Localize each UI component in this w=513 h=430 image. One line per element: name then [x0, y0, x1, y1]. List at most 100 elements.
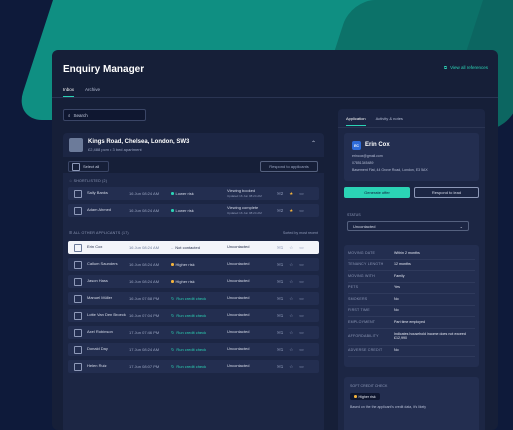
risk-cell[interactable]: ↻ Run credit check: [171, 296, 227, 301]
list-toolbar: Select all Respond to applicants: [63, 157, 324, 173]
star-outline-icon[interactable]: ☆: [289, 313, 293, 319]
message-count[interactable]: ✉1: [277, 330, 283, 336]
message-count[interactable]: ✉2: [277, 208, 283, 214]
message-count[interactable]: ✉1: [277, 262, 283, 268]
credit-risk-label: Higher risk: [358, 394, 376, 399]
star-filled-icon[interactable]: ★: [289, 191, 293, 197]
tab-archive[interactable]: Archive: [85, 87, 100, 97]
select-all-checkbox[interactable]: [72, 162, 80, 171]
applicant-phone[interactable]: 07851345489: [352, 161, 373, 165]
archive-icon[interactable]: ▭: [299, 191, 303, 197]
risk-dot-icon: [171, 280, 174, 283]
date-cell: 16 Jun 07:58 PM: [129, 296, 160, 301]
view-references-link[interactable]: ⧉ View all references: [444, 65, 488, 70]
row-actions: ✉2 ★ ▭: [277, 191, 304, 197]
dash-icon: –: [171, 245, 174, 250]
table-row[interactable]: Jason Hass 16 Jun 08:24 AM Higher risk Unco…: [68, 275, 319, 288]
message-count[interactable]: ✉2: [277, 191, 283, 197]
message-count[interactable]: ✉1: [277, 279, 283, 285]
risk-cell: Lower risk: [171, 191, 227, 196]
row-actions: ✉2 ★ ▭: [277, 208, 304, 214]
chevron-down-icon: ⌄: [459, 223, 463, 229]
archive-icon[interactable]: ▭: [299, 347, 303, 353]
star-outline-icon[interactable]: ☆: [289, 347, 293, 353]
status-text: Uncontacted: [227, 363, 250, 369]
respond-to-lead-button[interactable]: Respond to lead: [414, 187, 479, 198]
detail-key: SMOKERS: [348, 296, 368, 301]
archive-icon[interactable]: ▭: [299, 279, 303, 285]
message-count[interactable]: ✉1: [277, 364, 283, 370]
star-outline-icon[interactable]: ☆: [289, 330, 293, 336]
row-checkbox[interactable]: [74, 294, 82, 303]
applicant-email[interactable]: erincox@gmail.com: [352, 154, 383, 158]
search-input[interactable]: ⌕ Search: [63, 109, 146, 121]
star-outline-icon[interactable]: ☆: [289, 245, 293, 251]
row-checkbox[interactable]: [74, 311, 82, 320]
tab-inbox[interactable]: Inbox: [63, 87, 75, 97]
archive-icon[interactable]: ▭: [299, 296, 303, 302]
table-row[interactable]: Adam Ahmed 16 Jun 08:24 AM Lower risk Viewi…: [68, 204, 319, 217]
archive-icon[interactable]: ▭: [299, 330, 303, 336]
status-cell: Uncontacted: [227, 279, 277, 284]
message-count-value: 1: [280, 244, 284, 250]
property-header[interactable]: Kings Road, Chelsea, London, SW3 £2,488 …: [63, 133, 324, 157]
star-filled-icon[interactable]: ★: [289, 208, 293, 214]
detail-key: EMPLOYMENT: [348, 319, 376, 324]
status-cell: Uncontacted: [227, 330, 277, 335]
section-all-other-label: ALL OTHER APPLICANTS (17): [73, 231, 129, 235]
row-actions: ✉1 ☆ ▭: [277, 313, 304, 319]
row-checkbox[interactable]: [74, 362, 82, 371]
row-checkbox[interactable]: [74, 189, 82, 198]
row-checkbox[interactable]: [74, 260, 82, 269]
table-row[interactable]: Sally Banks 16 Jun 08:24 AM Lower risk View…: [68, 187, 319, 200]
row-checkbox[interactable]: [74, 328, 82, 337]
message-count[interactable]: ✉1: [277, 245, 283, 251]
detail-tabs: Application Activity & notes: [346, 116, 403, 126]
chevron-up-icon[interactable]: ⌃: [311, 140, 316, 147]
archive-icon[interactable]: ▭: [299, 364, 303, 370]
generate-offer-button[interactable]: Generate offer: [344, 187, 410, 198]
status-text: Uncontacted: [227, 278, 250, 284]
table-row[interactable]: Donald Day 17 Jun 08:24 AM ↻ Run credit che…: [68, 343, 319, 356]
table-row[interactable]: Erin Cox 16 Jun 08:24 AM – Not contacted Unc…: [68, 241, 319, 254]
archive-icon[interactable]: ▭: [299, 208, 303, 214]
risk-cell[interactable]: ↻ Run credit check: [171, 313, 227, 318]
tab-application[interactable]: Application: [346, 116, 366, 126]
status-text: Uncontacted: [227, 312, 250, 318]
risk-cell[interactable]: ↻ Run credit check: [171, 330, 227, 335]
star-outline-icon[interactable]: ☆: [289, 262, 293, 268]
row-checkbox[interactable]: [74, 243, 82, 252]
star-outline-icon[interactable]: ☆: [289, 279, 293, 285]
table-row[interactable]: Axel Robinson 17 Jun 07:46 PM ↻ Run credit …: [68, 326, 319, 339]
risk-dot-icon: [171, 209, 174, 212]
risk-cell[interactable]: ↻ Run credit check: [171, 347, 227, 352]
message-count[interactable]: ✉1: [277, 296, 283, 302]
table-row[interactable]: Callum Saunders 16 Jun 08:24 AM Higher ris…: [68, 258, 319, 271]
star-outline-icon[interactable]: ☆: [289, 296, 293, 302]
view-references-label: View all references: [450, 65, 488, 70]
star-outline-icon[interactable]: ☆: [289, 364, 293, 370]
respond-to-applicants-button[interactable]: Respond to applicants: [260, 161, 318, 172]
table-row[interactable]: Helen Ruiz 17 Jun 08:07 PM ↻ Run credit che…: [68, 360, 319, 373]
archive-icon[interactable]: ▭: [299, 313, 303, 319]
row-checkbox[interactable]: [74, 277, 82, 286]
tab-activity-notes[interactable]: Activity & notes: [376, 116, 403, 126]
status-select[interactable]: Uncontacted ⌄: [347, 221, 469, 231]
risk-cell[interactable]: ↻ Run credit check: [171, 364, 227, 369]
status-value: Uncontacted: [353, 223, 376, 229]
risk-dot-icon: [171, 263, 174, 266]
table-row[interactable]: Manuel Müller 16 Jun 07:58 PM ↻ Run credit …: [68, 292, 319, 305]
applicant-detail-panel: Application Activity & notes EC Erin Cox…: [338, 109, 485, 430]
archive-icon[interactable]: ▭: [299, 262, 303, 268]
select-all-button[interactable]: Select all: [68, 161, 109, 172]
message-count[interactable]: ✉1: [277, 347, 283, 353]
row-checkbox[interactable]: [74, 206, 82, 215]
message-count[interactable]: ✉1: [277, 313, 283, 319]
archive-icon[interactable]: ▭: [299, 245, 303, 251]
date-cell: 16 Jun 08:24 AM: [129, 191, 160, 196]
risk-label: Lower risk: [175, 208, 194, 213]
row-actions: ✉1 ☆ ▭: [277, 296, 304, 302]
row-checkbox[interactable]: [74, 345, 82, 354]
sort-label[interactable]: Sorted by most recent: [283, 231, 318, 235]
table-row[interactable]: Lotte Van Den Broeck 16 Jun 07:04 PM ↻ Run …: [68, 309, 319, 322]
